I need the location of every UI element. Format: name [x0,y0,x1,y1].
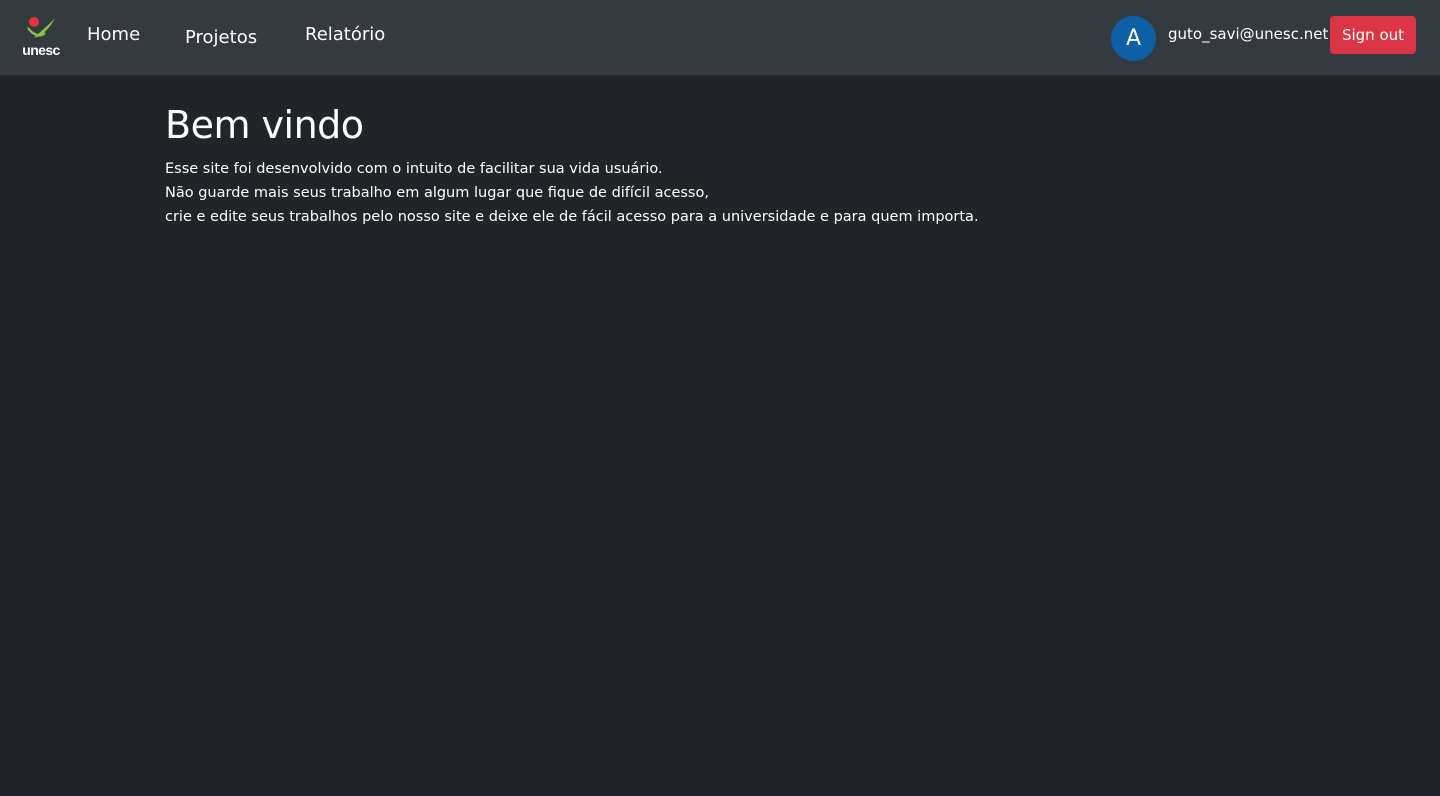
sign-out-button[interactable]: Sign out [1330,16,1416,54]
user-email: guto_savi@unesc.net [1168,25,1329,43]
page-title: Bem vindo [165,103,364,147]
nav-projetos-link[interactable]: Projetos [185,27,257,49]
nav-relatorio-link[interactable]: Relatório [305,24,385,46]
intro-paragraph-line-3: crie e edite seus trabalhos pelo nosso s… [165,209,979,225]
logo-text: unesc [22,42,60,58]
main-content: Bem vindo Esse site foi desenvolvido com… [165,100,1265,229]
leaf-logo-icon [26,17,55,38]
nav-home-link[interactable]: Home [87,24,140,46]
intro-paragraph-line-2: Não guarde mais seus trabalho em algum l… [165,185,709,201]
top-navbar: unesc Home Projetos Relatório A guto_sav… [0,0,1440,76]
user-avatar[interactable]: A [1111,16,1156,61]
unesc-logo[interactable]: unesc [18,16,64,60]
intro-paragraph-line-1: Esse site foi desenvolvido com o intuito… [165,161,663,177]
